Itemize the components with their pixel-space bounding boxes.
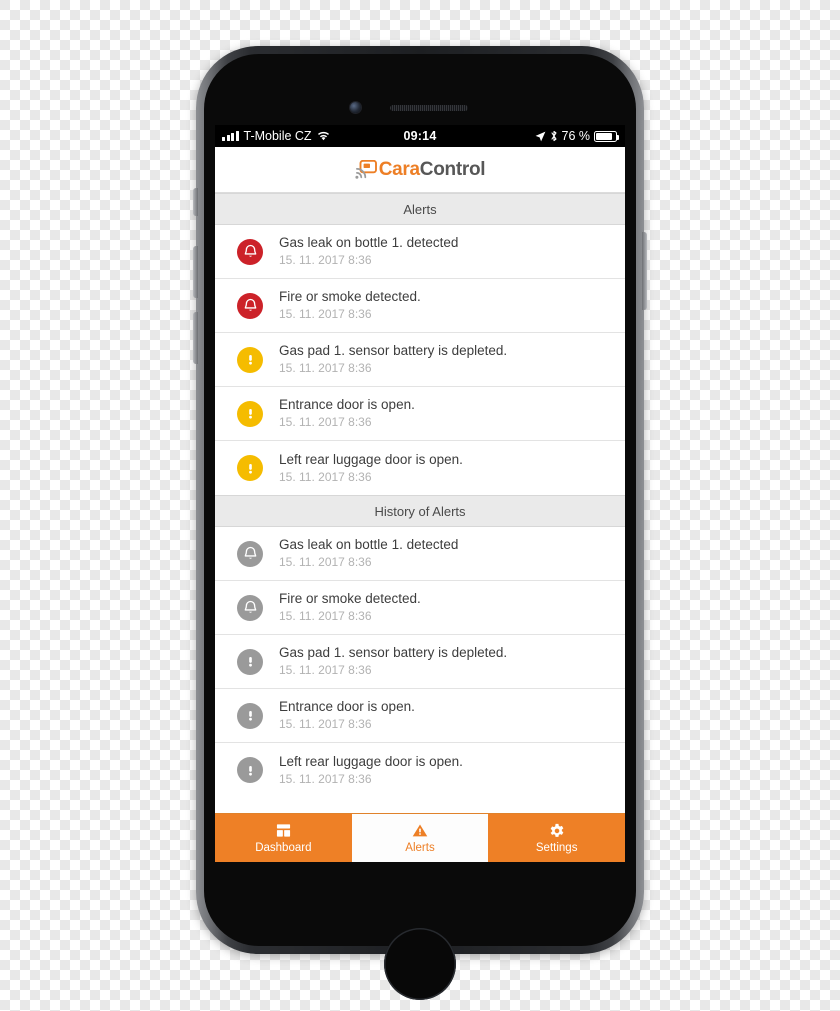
exclamation-icon <box>237 400 263 427</box>
list-item[interactable]: Fire or smoke detected. 15. 11. 2017 8:3… <box>215 279 625 333</box>
list-item-timestamp: 15. 11. 2017 8:36 <box>279 717 372 732</box>
list-item[interactable]: Fire or smoke detected. 15. 11. 2017 8:3… <box>215 581 625 635</box>
home-button[interactable] <box>384 928 456 1000</box>
tab-settings[interactable]: Settings <box>488 814 625 862</box>
list-item-text: Gas pad 1. sensor battery is depleted. 1… <box>279 645 507 678</box>
tab-label: Alerts <box>405 842 435 854</box>
exclamation-icon <box>237 648 263 675</box>
exclamation-icon <box>237 757 263 783</box>
list-item-text: Left rear luggage door is open. 15. 11. … <box>279 754 463 787</box>
screenshot-stage: T-Mobile CZ 09:14 76 % CaraControl Alert… <box>0 0 840 1011</box>
gear-icon <box>549 822 565 839</box>
tab-label: Dashboard <box>255 842 312 854</box>
section-header-alerts: Alerts <box>215 193 625 225</box>
list-item-text: Fire or smoke detected. 15. 11. 2017 8:3… <box>279 591 421 624</box>
app-navbar: CaraControl <box>215 147 625 193</box>
tab-alerts[interactable]: Alerts <box>351 814 489 862</box>
list-item-title: Left rear luggage door is open. <box>279 753 463 769</box>
earpiece-speaker-icon <box>390 105 468 111</box>
list-item-timestamp: 15. 11. 2017 8:36 <box>279 555 372 570</box>
status-bar: T-Mobile CZ 09:14 76 % <box>215 125 625 147</box>
list-item[interactable]: Entrance door is open. 15. 11. 2017 8:36 <box>215 689 625 743</box>
list-item-text: Fire or smoke detected. 15. 11. 2017 8:3… <box>279 289 421 322</box>
exclamation-icon <box>237 455 263 481</box>
bell-icon <box>237 594 263 621</box>
caracontrol-wifi-logo-icon <box>355 160 377 179</box>
caracontrol-logo: CaraControl <box>355 159 486 181</box>
silence-switch-button[interactable] <box>193 188 198 216</box>
list-item-title: Fire or smoke detected. <box>279 289 421 305</box>
list-item-timestamp: 15. 11. 2017 8:36 <box>279 307 372 322</box>
list-item-text: Gas pad 1. sensor battery is depleted. 1… <box>279 343 507 376</box>
volume-down-button[interactable] <box>193 312 198 364</box>
list-item-timestamp: 15. 11. 2017 8:36 <box>279 771 372 786</box>
list-item-text: Entrance door is open. 15. 11. 2017 8:36 <box>279 699 415 732</box>
battery-percent-label: 76 % <box>561 129 591 143</box>
list-item-text: Gas leak on bottle 1. detected 15. 11. 2… <box>279 235 458 268</box>
list-item[interactable]: Gas pad 1. sensor battery is depleted. 1… <box>215 333 625 387</box>
warning-triangle-icon <box>412 822 428 839</box>
list-item-text: Left rear luggage door is open. 15. 11. … <box>279 452 463 485</box>
list-item-timestamp: 15. 11. 2017 8:36 <box>279 609 372 624</box>
list-item-timestamp: 15. 11. 2017 8:36 <box>279 415 372 430</box>
list-item-title: Gas leak on bottle 1. detected <box>279 537 459 553</box>
list-item-timestamp: 15. 11. 2017 8:36 <box>279 469 372 484</box>
list-item-text: Entrance door is open. 15. 11. 2017 8:36 <box>279 397 415 430</box>
list-item-text: Gas leak on bottle 1. detected 15. 11. 2… <box>279 537 458 570</box>
list-item-timestamp: 15. 11. 2017 8:36 <box>279 253 372 268</box>
exclamation-icon <box>237 702 263 729</box>
logo-text-cara: Cara <box>378 158 420 180</box>
list-item-title: Entrance door is open. <box>279 699 415 715</box>
front-camera-icon <box>350 102 361 113</box>
bell-icon <box>237 292 263 319</box>
list-item-title: Fire or smoke detected. <box>279 591 421 607</box>
bottom-tab-bar: Dashboard Alerts Settings <box>215 813 625 862</box>
location-arrow-icon <box>535 131 546 142</box>
logo-text-control: Control <box>419 158 486 180</box>
list-item[interactable]: Left rear luggage door is open. 15. 11. … <box>215 441 625 495</box>
volume-up-button[interactable] <box>193 246 198 298</box>
power-button[interactable] <box>642 232 647 310</box>
list-item[interactable]: Left rear luggage door is open. 15. 11. … <box>215 743 625 797</box>
bell-icon <box>237 238 263 265</box>
history-list: Gas leak on bottle 1. detected 15. 11. 2… <box>215 527 625 797</box>
list-item-title: Gas leak on bottle 1. detected <box>279 235 459 251</box>
tab-dashboard[interactable]: Dashboard <box>215 814 352 862</box>
list-item-title: Left rear luggage door is open. <box>279 451 463 467</box>
tab-label: Settings <box>535 842 578 854</box>
status-bar-right: 76 % <box>535 125 619 147</box>
list-item-timestamp: 15. 11. 2017 8:36 <box>279 663 372 678</box>
dashboard-grid-icon <box>276 822 291 839</box>
list-item[interactable]: Gas pad 1. sensor battery is depleted. 1… <box>215 635 625 689</box>
list-item-timestamp: 15. 11. 2017 8:36 <box>279 361 372 376</box>
exclamation-icon <box>237 346 263 373</box>
bell-icon <box>237 540 263 567</box>
logo-wordmark: CaraControl <box>379 159 486 181</box>
list-item-title: Gas pad 1. sensor battery is depleted. <box>279 343 508 359</box>
list-item[interactable]: Gas leak on bottle 1. detected 15. 11. 2… <box>215 527 625 581</box>
list-item-title: Entrance door is open. <box>279 397 415 413</box>
section-header-history: History of Alerts <box>215 495 625 527</box>
alerts-list: Gas leak on bottle 1. detected 15. 11. 2… <box>215 225 625 495</box>
list-item[interactable]: Gas leak on bottle 1. detected 15. 11. 2… <box>215 225 625 279</box>
battery-icon <box>594 130 619 142</box>
list-item-title: Gas pad 1. sensor battery is depleted. <box>279 645 508 661</box>
list-item[interactable]: Entrance door is open. 15. 11. 2017 8:36 <box>215 387 625 441</box>
phone-screen: T-Mobile CZ 09:14 76 % CaraControl Alert… <box>215 125 625 862</box>
bluetooth-icon <box>550 130 558 142</box>
